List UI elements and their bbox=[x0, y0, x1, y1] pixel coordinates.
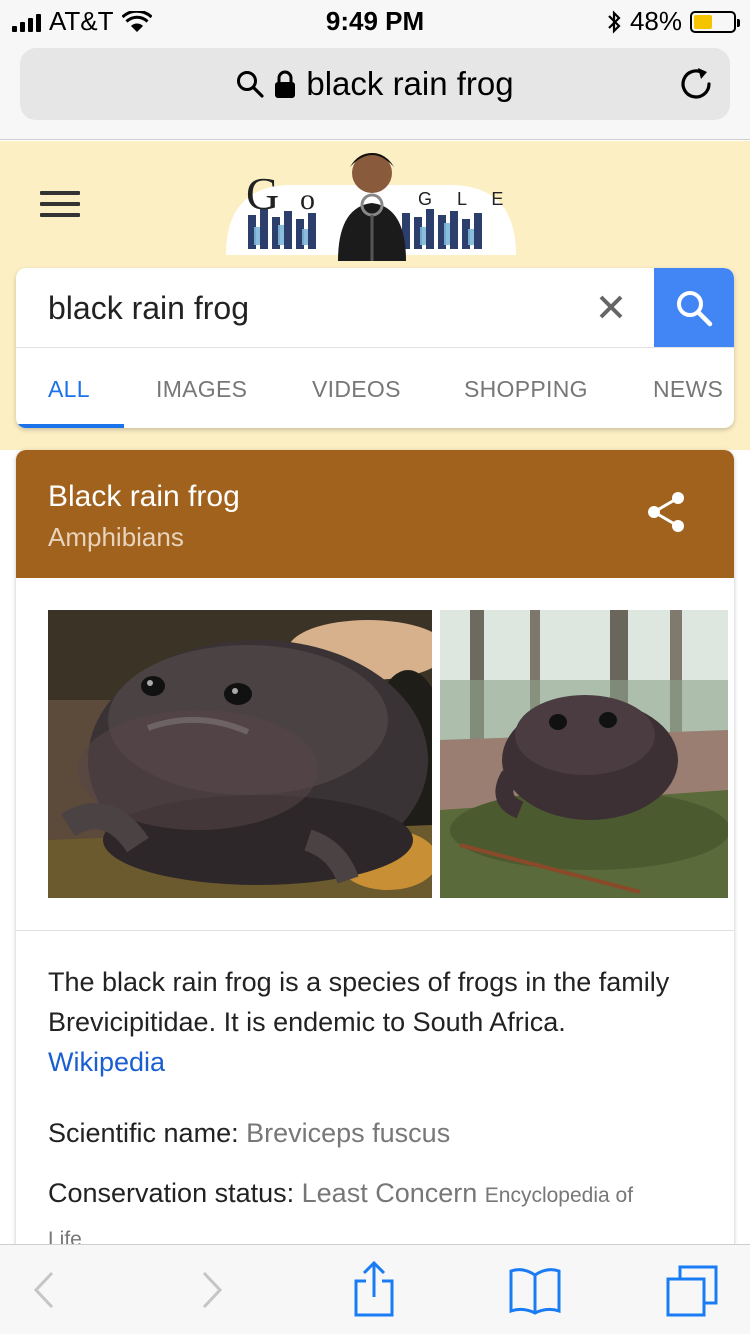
active-tab-indicator bbox=[16, 424, 124, 428]
search-icon bbox=[237, 71, 264, 98]
bluetooth-icon bbox=[608, 9, 621, 34]
svg-text:o: o bbox=[300, 183, 315, 216]
status-bar: AT&T 9:49 PM 48% bbox=[0, 0, 750, 40]
tab-images[interactable]: IMAGES bbox=[156, 376, 247, 403]
browser-toolbar bbox=[0, 1244, 750, 1334]
knowledge-header: Black rain frog Amphibians bbox=[16, 450, 734, 578]
description-text: The black rain frog is a species of frog… bbox=[48, 967, 670, 1037]
clear-icon[interactable] bbox=[594, 290, 628, 324]
search-box-card: black rain frog ALL IMAGES VIDEOS SHOPPI… bbox=[16, 268, 734, 428]
tab-news[interactable]: NEWS bbox=[653, 376, 723, 403]
scientific-name-value[interactable]: Breviceps fuscus bbox=[246, 1118, 450, 1148]
knowledge-subtitle: Amphibians bbox=[48, 522, 184, 552]
share-icon[interactable] bbox=[646, 490, 686, 534]
search-icon bbox=[677, 291, 713, 327]
tab-videos[interactable]: VIDEOS bbox=[312, 376, 401, 403]
forward-icon[interactable] bbox=[198, 1265, 226, 1315]
browser-chrome: black rain frog bbox=[0, 40, 750, 140]
battery-fill bbox=[694, 14, 713, 29]
knowledge-panel: Black rain frog Amphibians The black rai… bbox=[16, 450, 734, 1334]
divider bbox=[16, 930, 734, 931]
knowledge-title: Black rain frog bbox=[48, 480, 240, 513]
search-input[interactable]: black rain frog bbox=[48, 290, 249, 327]
search-tabs: ALL IMAGES VIDEOS SHOPPING NEWS bbox=[16, 347, 734, 428]
svg-text:G: G bbox=[246, 168, 279, 219]
conservation-status-row: Conservation status: Least Concern Encyc… bbox=[48, 1178, 633, 1209]
conservation-status-label: Conservation status: bbox=[48, 1178, 295, 1208]
address-content: black rain frog bbox=[20, 48, 730, 120]
back-icon[interactable] bbox=[30, 1265, 58, 1315]
conservation-status-value[interactable]: Least Concern bbox=[302, 1178, 478, 1208]
tabs-icon[interactable] bbox=[666, 1265, 720, 1317]
bookmarks-icon[interactable] bbox=[508, 1265, 562, 1315]
svg-text:G L E: G L E bbox=[418, 189, 513, 209]
share-icon[interactable] bbox=[352, 1259, 396, 1317]
tab-shopping[interactable]: SHOPPING bbox=[464, 376, 588, 403]
search-button[interactable] bbox=[654, 268, 734, 348]
battery-icon bbox=[690, 10, 740, 33]
battery-percent: 48% bbox=[629, 6, 682, 36]
status-right: 48% bbox=[606, 6, 740, 37]
frog-image-1[interactable] bbox=[48, 610, 432, 898]
hamburger-menu-icon[interactable] bbox=[40, 191, 80, 217]
reload-icon[interactable] bbox=[676, 64, 716, 104]
scientific-name-row: Scientific name: Breviceps fuscus bbox=[48, 1118, 450, 1149]
conservation-source[interactable]: Encyclopedia of bbox=[485, 1184, 633, 1207]
google-doodle[interactable]: G o G L E bbox=[226, 143, 516, 263]
address-text: black rain frog bbox=[306, 65, 514, 102]
knowledge-description: The black rain frog is a species of frog… bbox=[48, 962, 708, 1082]
frog-image-2[interactable] bbox=[440, 610, 728, 898]
lock-icon bbox=[275, 70, 296, 98]
address-bar[interactable]: black rain frog bbox=[20, 48, 730, 120]
scientific-name-label: Scientific name: bbox=[48, 1118, 239, 1148]
wikipedia-link[interactable]: Wikipedia bbox=[48, 1047, 165, 1077]
tab-all[interactable]: ALL bbox=[48, 376, 90, 403]
